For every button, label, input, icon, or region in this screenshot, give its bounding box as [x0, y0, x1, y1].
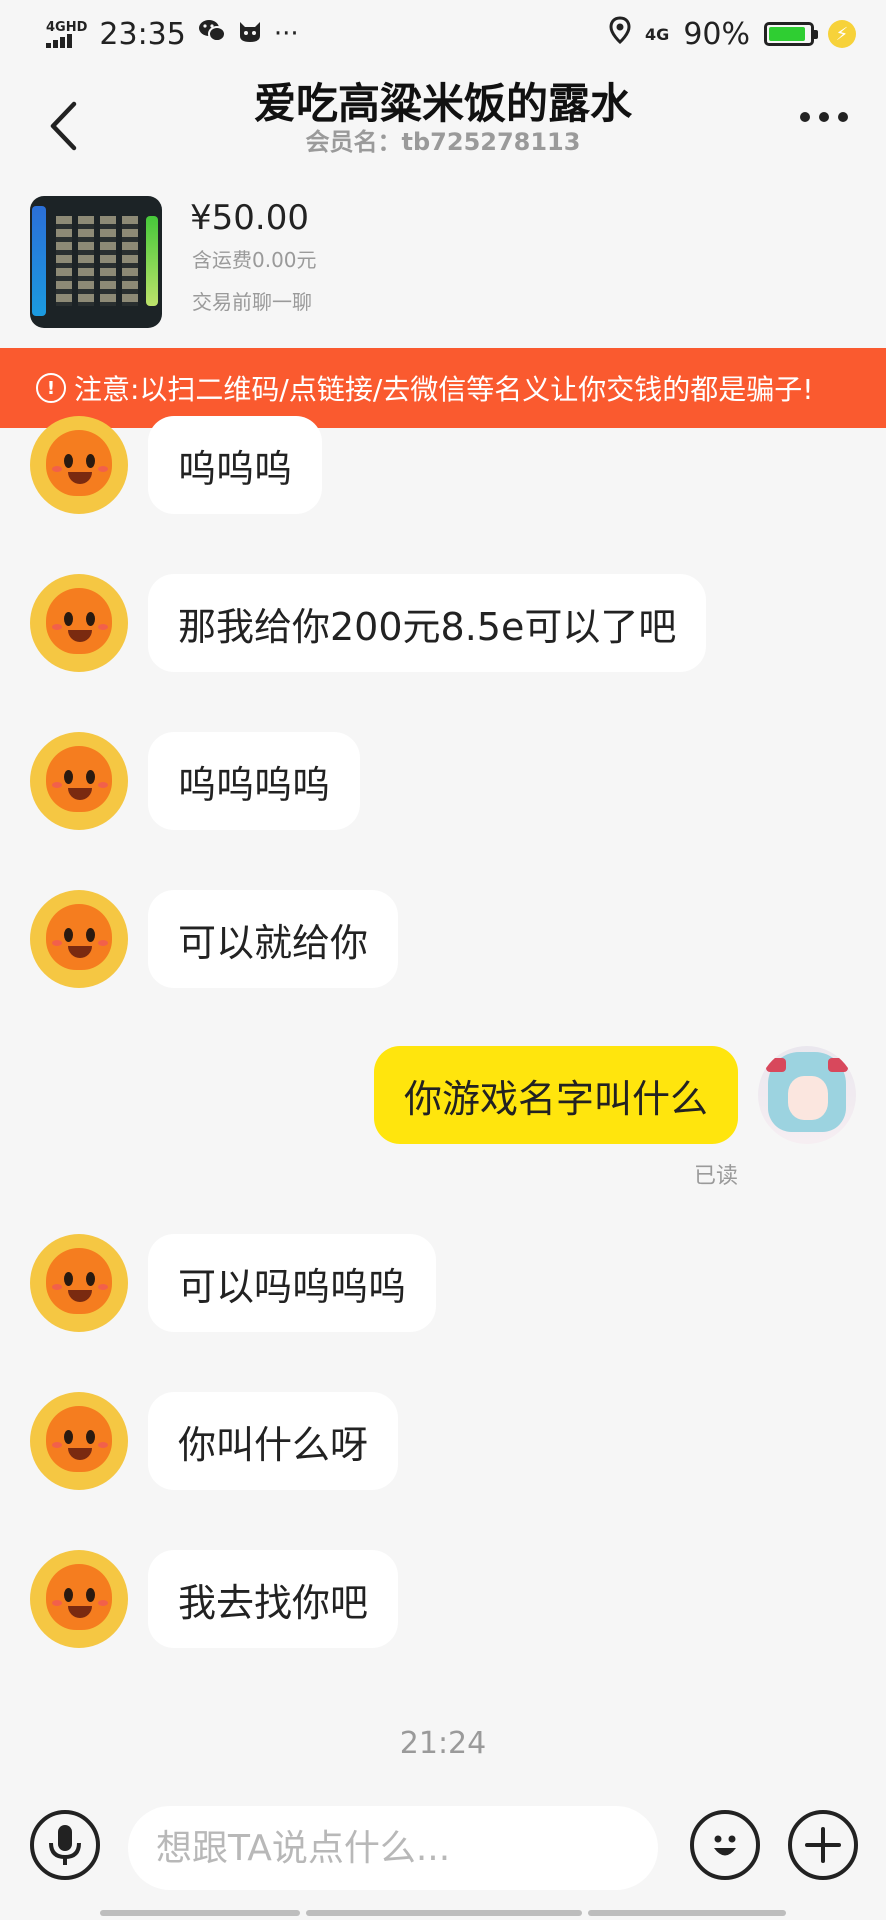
- product-price: ¥50.00: [190, 198, 309, 238]
- wechat-icon: [198, 18, 226, 51]
- home-indicator: [588, 1910, 786, 1916]
- more-dots-icon[interactable]: [800, 112, 848, 122]
- network-label: 4GHD: [46, 19, 88, 35]
- seller-avatar[interactable]: [30, 732, 128, 830]
- emoji-button[interactable]: [690, 1810, 760, 1880]
- chat-note: 交易前聊一聊: [192, 290, 312, 314]
- fraud-warning-banner: ! 注意:以扫二维码/点链接/去微信等名义让你交钱的都是骗子!: [0, 348, 886, 428]
- message-bubble[interactable]: 可以吗呜呜呜: [148, 1234, 437, 1332]
- add-button[interactable]: [788, 1810, 858, 1880]
- product-thumbnail[interactable]: [30, 196, 162, 328]
- product-card[interactable]: ¥50.00 含运费0.00元 交易前聊一聊: [0, 178, 886, 348]
- my-avatar[interactable]: [758, 1046, 856, 1144]
- battery-percent: 90%: [683, 16, 750, 52]
- warning-icon: !: [36, 373, 66, 403]
- status-bar: 4GHD 23:35 ··· 4G 90% ⚡: [0, 0, 886, 68]
- emoji-icon: [714, 1835, 736, 1856]
- input-bar: [0, 1800, 886, 1900]
- warning-text: 注意:以扫二维码/点链接/去微信等名义让你交钱的都是骗子!: [74, 373, 814, 406]
- seller-avatar[interactable]: [30, 1550, 128, 1648]
- seller-avatar[interactable]: [30, 1392, 128, 1490]
- net-type-label: 4G: [645, 24, 670, 44]
- message-bubble[interactable]: 呜呜呜呜: [148, 732, 361, 830]
- seller-avatar[interactable]: [30, 890, 128, 988]
- home-indicator: [306, 1910, 582, 1916]
- voice-button[interactable]: [30, 1810, 100, 1880]
- message-input[interactable]: [128, 1806, 658, 1890]
- cellular-signal-icon: 4GHD: [46, 21, 87, 48]
- location-icon: [609, 16, 631, 52]
- my-message-bubble[interactable]: 你游戏名字叫什么: [373, 1046, 738, 1144]
- more-notifications-icon: ···: [273, 19, 299, 49]
- shipping-info: 含运费0.00元: [192, 248, 317, 272]
- battery-icon: [764, 22, 818, 46]
- message-bubble[interactable]: 那我给你200元8.5e可以了吧: [148, 574, 707, 672]
- seller-avatar[interactable]: [30, 416, 128, 514]
- seller-avatar[interactable]: [30, 1234, 128, 1332]
- member-name: 会员名：tb725278113: [305, 128, 581, 156]
- charging-icon: ⚡: [828, 20, 856, 48]
- microphone-icon: [49, 1825, 81, 1865]
- message-bubble[interactable]: 可以就给你: [148, 890, 399, 988]
- message-bubble[interactable]: 我去找你吧: [148, 1550, 399, 1648]
- message-bubble[interactable]: 呜呜呜: [148, 416, 323, 514]
- plus-icon: [805, 1827, 841, 1863]
- seller-avatar[interactable]: [30, 574, 128, 672]
- app-icon: [236, 18, 264, 51]
- chat-timestamp: 21:24: [399, 1726, 487, 1761]
- message-bubble[interactable]: 你叫什么呀: [148, 1392, 399, 1490]
- status-time: 23:35: [99, 16, 186, 52]
- home-indicator: [100, 1910, 300, 1916]
- read-status: 已读: [693, 1164, 738, 1189]
- chat-header: 爱吃高粱米饭的露水 会员名：tb725278113: [0, 68, 886, 178]
